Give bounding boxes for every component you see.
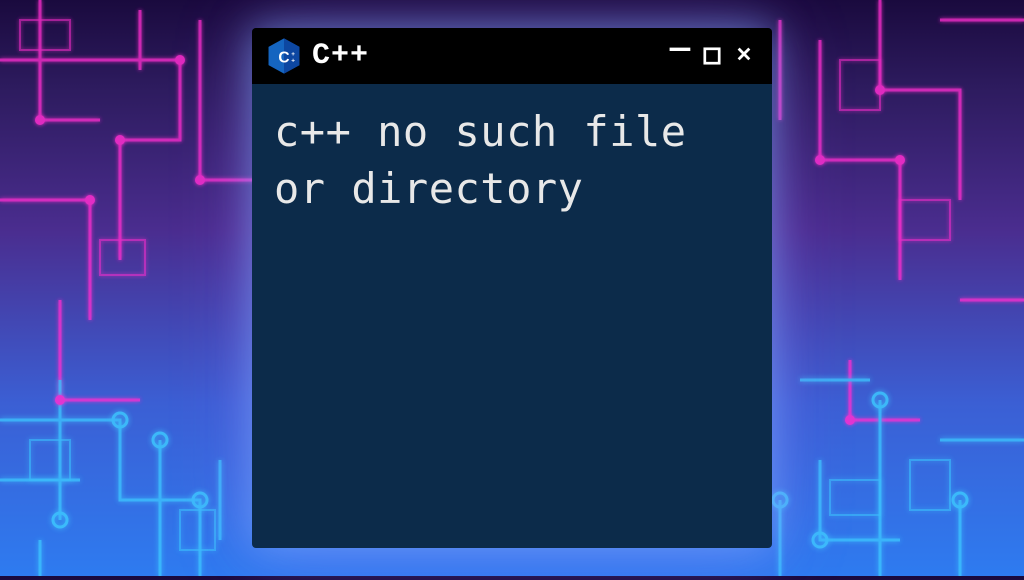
terminal-content: c++ no such file or directory bbox=[252, 84, 772, 548]
minimize-button[interactable]: — bbox=[666, 36, 694, 64]
window-titlebar[interactable]: C + + C++ — ✕ bbox=[252, 28, 772, 84]
cpp-logo-icon: C + + bbox=[266, 35, 302, 77]
terminal-text: c++ no such file or directory bbox=[274, 107, 687, 213]
window-controls: — ✕ bbox=[666, 42, 758, 70]
terminal-window: C + + C++ — ✕ c++ no such file or direct… bbox=[252, 28, 772, 548]
close-button[interactable]: ✕ bbox=[730, 42, 758, 70]
svg-text:C: C bbox=[278, 49, 289, 66]
window-title: C++ bbox=[312, 39, 656, 73]
svg-text:+: + bbox=[291, 57, 295, 64]
maximize-button[interactable] bbox=[698, 42, 726, 70]
